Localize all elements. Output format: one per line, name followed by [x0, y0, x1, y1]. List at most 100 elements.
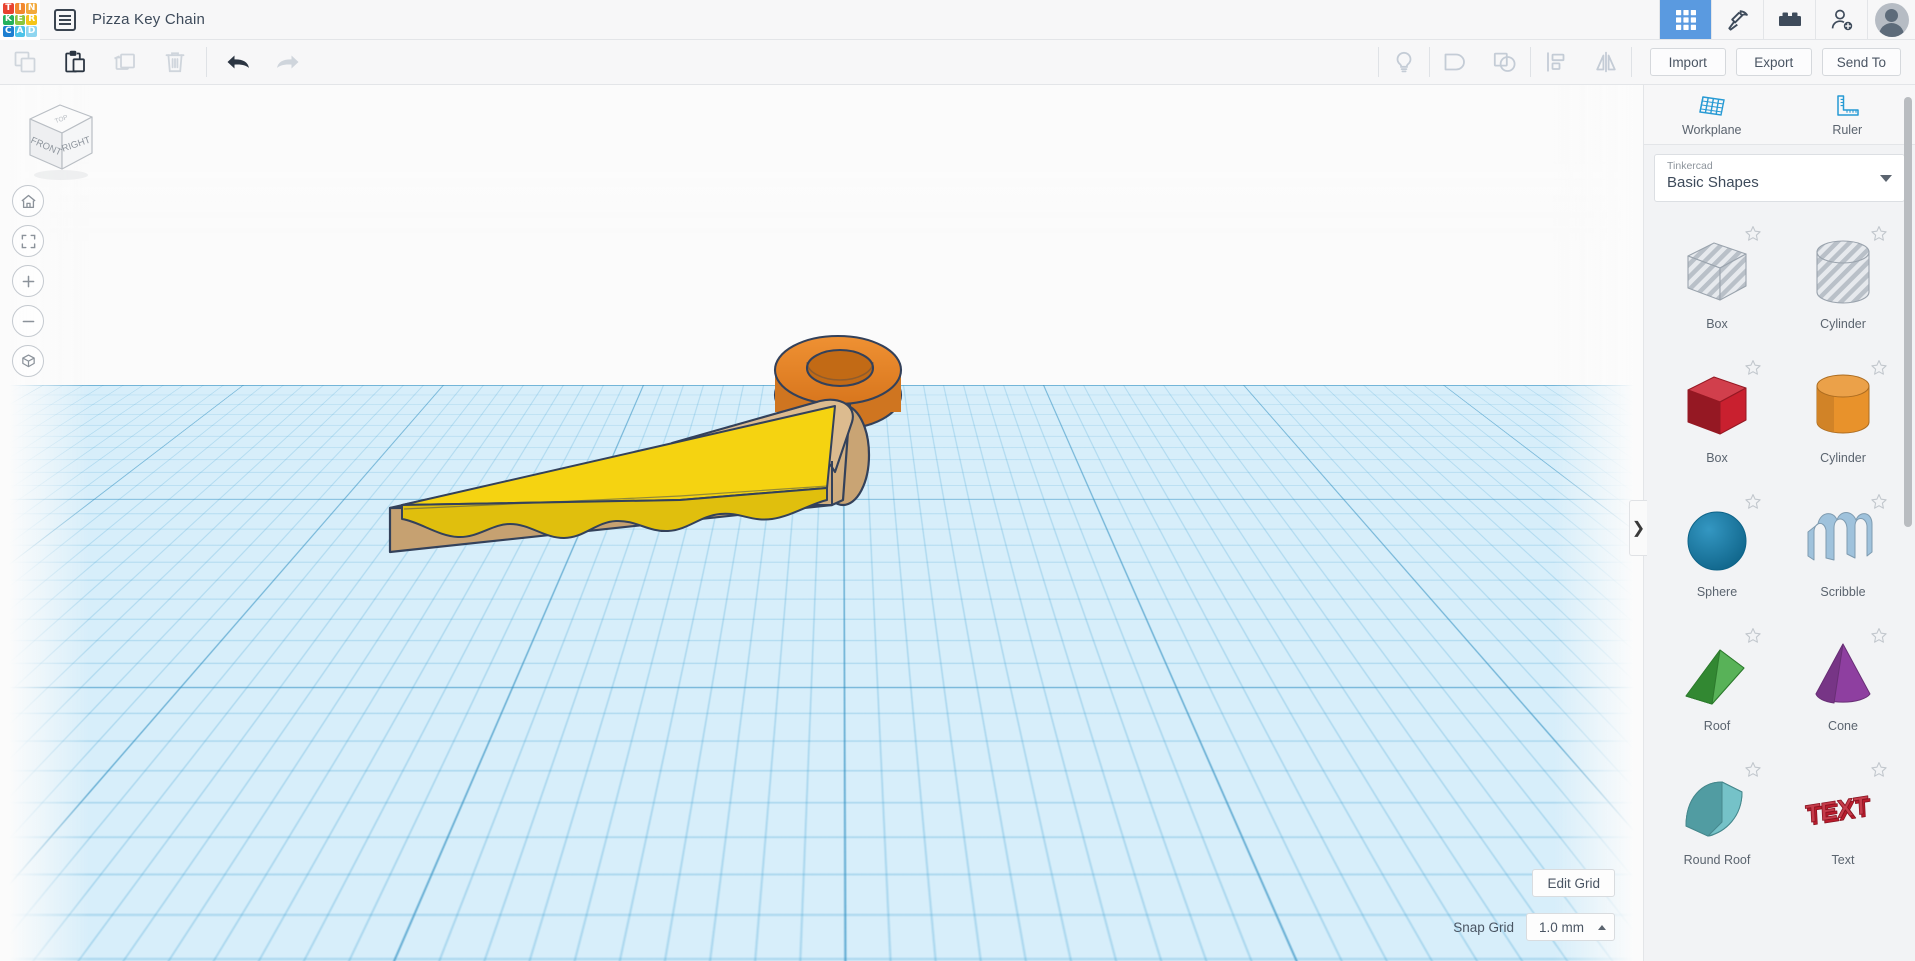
import-export-group: Import Export Send To [1632, 48, 1915, 76]
undo-button[interactable] [213, 40, 263, 85]
favorite-star-icon[interactable] [1744, 359, 1762, 377]
shape-label: Box [1706, 451, 1728, 465]
view-nav-buttons [12, 185, 44, 377]
shapes-panel-scrollbar[interactable] [1904, 97, 1912, 527]
duplicate-button[interactable] [100, 40, 150, 85]
shape-item-roof[interactable]: Roof [1654, 621, 1780, 755]
round-roof-icon [1678, 767, 1756, 851]
avatar[interactable] [1867, 0, 1915, 39]
sphere-icon [1678, 499, 1756, 583]
logo-tile-k: K [3, 14, 14, 26]
snap-grid-select[interactable]: 1.0 mm [1525, 913, 1615, 941]
view-cube[interactable]: FRONT RIGHT TOP [12, 95, 104, 187]
workplane-tool[interactable]: Workplane [1644, 93, 1780, 137]
document-list-area: Pizza Key Chain [40, 0, 205, 39]
import-button[interactable]: Import [1649, 48, 1726, 76]
delete-button[interactable] [150, 40, 200, 85]
top-header: TINKER CAD Pizza Key Chain [0, 0, 1915, 40]
logo-tile-c: C [3, 26, 14, 37]
shape-label: Box [1706, 317, 1728, 331]
snap-grid-value: 1.0 mm [1538, 919, 1584, 935]
shape-label: Sphere [1696, 585, 1738, 599]
favorite-star-icon[interactable] [1870, 493, 1888, 511]
roof-icon [1678, 633, 1756, 717]
ruler-label: Ruler [1832, 122, 1863, 137]
shape-item-cone[interactable]: Cone [1780, 621, 1906, 755]
shape-item-text[interactable]: TEXT TEXT Text [1780, 755, 1906, 889]
edit-toolbar: Import Export Send To [0, 40, 1915, 85]
favorite-star-icon[interactable] [1744, 493, 1762, 511]
shape-item-cylinder[interactable]: Cylinder [1780, 353, 1906, 487]
paste-button[interactable] [50, 40, 100, 85]
shape-item-cylinder[interactable]: Cylinder [1780, 219, 1906, 353]
edit-grid-button[interactable]: Edit Grid [1532, 869, 1615, 897]
3d-viewport[interactable]: FRONT RIGHT TOP Edit Grid Snap Grid 1.0 … [0, 85, 1643, 961]
header-tool-group [1659, 0, 1915, 39]
codeblocks-pickaxe-icon[interactable] [1711, 0, 1763, 39]
cylinder-icon [1804, 365, 1882, 449]
shape-label: Round Roof [1683, 853, 1751, 867]
ruler-icon [1837, 94, 1859, 116]
home-view-button[interactable] [12, 185, 44, 217]
copy-button[interactable] [0, 40, 50, 85]
shape-item-box[interactable]: Box [1654, 353, 1780, 487]
shape-label: Cone [1828, 719, 1858, 733]
favorite-star-icon[interactable] [1744, 225, 1762, 243]
workplane-icon [1698, 95, 1725, 116]
ruler-tool[interactable]: Ruler [1780, 93, 1915, 137]
logo-tile-a: A [14, 26, 26, 37]
light-bulb-button[interactable] [1379, 40, 1429, 85]
perspective-toggle-button[interactable] [12, 345, 44, 377]
scribble-icon [1804, 499, 1882, 583]
tinkercad-editor: TINKERCAD Pizza Key Chain Import Export … [0, 0, 1915, 961]
favorite-star-icon[interactable] [1870, 225, 1888, 243]
favorite-star-icon[interactable] [1744, 761, 1762, 779]
pizza-slice-keychain-model[interactable] [380, 300, 960, 600]
logo-tile-i: I [14, 3, 26, 14]
logo-tile-t: T [3, 3, 14, 14]
logo-tile-d: D [26, 26, 37, 37]
object-tool-group [1377, 40, 1632, 85]
favorite-star-icon[interactable] [1744, 627, 1762, 645]
shape-label: Text [1831, 853, 1855, 867]
zoom-in-button[interactable] [12, 265, 44, 297]
zoom-out-button[interactable] [12, 305, 44, 337]
collapse-panel-button[interactable]: ❯ [1629, 500, 1647, 556]
designs-grid-icon[interactable] [1659, 0, 1711, 39]
shape-label: Cylinder [1820, 451, 1866, 465]
shape-item-scribble[interactable]: Scribble [1780, 487, 1906, 621]
add-user-icon[interactable] [1815, 0, 1867, 39]
shapes-scroll-area[interactable]: Box Cylinder Box Cylinder Sphere Scribbl… [1644, 215, 1915, 961]
mirror-button[interactable] [1581, 40, 1631, 85]
shape-label: Cylinder [1820, 317, 1866, 331]
box-icon [1678, 365, 1756, 449]
page-title: Pizza Key Chain [92, 11, 206, 28]
export-button[interactable]: Export [1735, 48, 1812, 76]
shape-library-select[interactable]: Tinkercad Basic Shapes [1654, 154, 1905, 202]
fit-to-view-button[interactable] [12, 225, 44, 257]
library-owner: Tinkercad [1667, 160, 1713, 172]
shape-item-box[interactable]: Box [1654, 219, 1780, 353]
shape-label: Scribble [1820, 585, 1866, 599]
favorite-star-icon[interactable] [1870, 627, 1888, 645]
align-button[interactable] [1531, 40, 1581, 85]
library-name: Basic Shapes [1667, 174, 1759, 191]
header-spacer [205, 0, 1659, 39]
shape-item-sphere[interactable]: Sphere [1654, 487, 1780, 621]
send-to-button[interactable]: Send To [1821, 48, 1901, 76]
snap-grid-label: Snap Grid [1453, 919, 1514, 935]
grid-horizon-fade [0, 85, 1643, 245]
redo-button[interactable] [263, 40, 313, 85]
favorite-star-icon[interactable] [1870, 761, 1888, 779]
chevron-down-icon [1880, 175, 1892, 182]
brick-blocks-icon[interactable] [1763, 0, 1815, 39]
group-button[interactable] [1430, 40, 1480, 85]
snap-grid-control: Snap Grid 1.0 mm [1453, 913, 1615, 941]
logo-tile-n: N [26, 2, 37, 14]
document-list-icon[interactable] [54, 8, 76, 31]
avatar-image [1874, 2, 1909, 37]
shape-item-round-roof[interactable]: Round Roof [1654, 755, 1780, 889]
ungroup-button[interactable] [1480, 40, 1530, 85]
tinkercad-logo[interactable]: TINKER CAD [0, 0, 40, 40]
favorite-star-icon[interactable] [1870, 359, 1888, 377]
